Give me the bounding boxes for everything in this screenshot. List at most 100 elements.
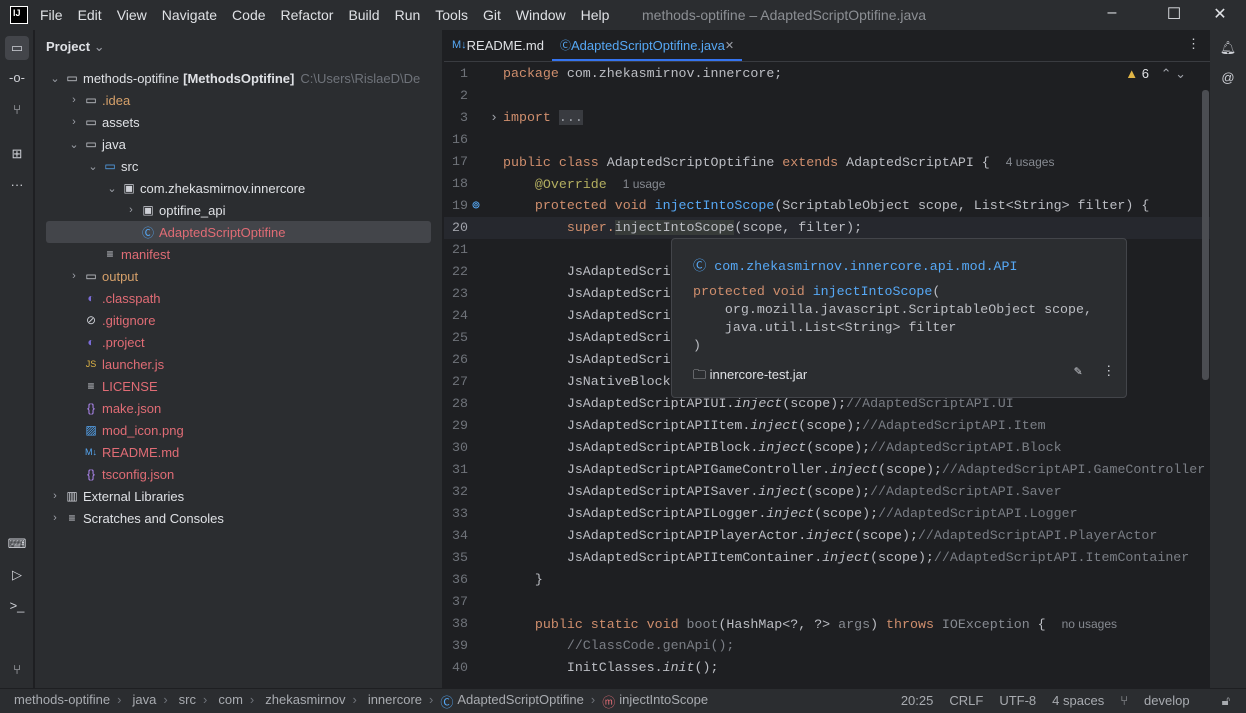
line-separator[interactable]: CRLF bbox=[949, 693, 983, 709]
tree-item-src[interactable]: ⌄ ▭ src bbox=[35, 155, 443, 177]
terminal-icon[interactable]: ⌨ bbox=[5, 532, 29, 556]
console-icon[interactable]: >_ bbox=[5, 594, 29, 618]
tree-item-methods-optifine[interactable]: ⌄ ▭ methods-optifine [MethodsOptifine] C:\Us… bbox=[35, 67, 443, 89]
editor-scrollbar[interactable] bbox=[1202, 90, 1209, 380]
git-icon[interactable]: ⑂ bbox=[5, 658, 29, 682]
menu-code[interactable]: Code bbox=[232, 7, 265, 23]
tab-adaptedscriptoptifine-java[interactable]: Ⓒ AdaptedScriptOptifine.java ✕ bbox=[551, 29, 743, 61]
breadcrumb-item[interactable]: AdaptedScriptOptifine bbox=[457, 692, 583, 711]
code-line[interactable]: 34 JsAdaptedScriptAPIPlayerActor.inject(… bbox=[444, 525, 1210, 547]
lock-icon[interactable]: 🔓︎ bbox=[1222, 693, 1230, 709]
tree-item--idea[interactable]: › ▭ .idea bbox=[35, 89, 443, 111]
code-line[interactable]: 38 public static void boot(HashMap<?, ?>… bbox=[444, 613, 1210, 635]
close-tab-icon[interactable]: ✕ bbox=[725, 39, 734, 52]
chevron-right-icon[interactable]: › bbox=[47, 490, 63, 502]
code-line[interactable]: 20 super.injectIntoScope(scope, filter); bbox=[444, 217, 1210, 239]
tree-item-mod-icon-png[interactable]: ▨ mod_icon.png bbox=[35, 419, 443, 441]
maximize-button[interactable]: ☐ bbox=[1164, 4, 1184, 24]
tab-options-icon[interactable]: ⋮ bbox=[1187, 36, 1200, 52]
pull-requests-icon[interactable]: ⑂ bbox=[5, 98, 29, 122]
notifications-icon[interactable]: 🔔︎ bbox=[1216, 36, 1240, 60]
code-line[interactable]: 40 InitClasses.init(); bbox=[444, 657, 1210, 679]
breadcrumb-item[interactable]: com bbox=[218, 692, 243, 711]
chevron-down-icon[interactable]: ⌄ bbox=[47, 72, 63, 85]
code-line[interactable]: 1 package com.zhekasmirnov.innercore; bbox=[444, 63, 1210, 85]
tree-item-readme-md[interactable]: M↓ README.md bbox=[35, 441, 443, 463]
code-line[interactable]: 19 protected void injectIntoScope(Script… bbox=[444, 195, 1210, 217]
services-icon[interactable]: ▷ bbox=[5, 563, 29, 587]
git-branch[interactable]: ⑂ develop bbox=[1120, 693, 1205, 709]
breadcrumb-item[interactable]: src bbox=[179, 692, 196, 711]
tree-item--classpath[interactable]: ◐ .classpath bbox=[35, 287, 443, 309]
code-line[interactable]: 3 import ... › bbox=[444, 107, 1210, 129]
menu-refactor[interactable]: Refactor bbox=[281, 7, 334, 23]
more-icon[interactable]: ··· bbox=[5, 173, 29, 197]
chevron-down-icon[interactable]: ⌄ bbox=[66, 138, 82, 151]
tree-item-manifest[interactable]: ≡ manifest bbox=[35, 243, 443, 265]
code-line[interactable]: 39 //ClassCode.genApi(); bbox=[444, 635, 1210, 657]
breadcrumb-item[interactable]: java bbox=[132, 692, 156, 711]
menu-tools[interactable]: Tools bbox=[435, 7, 468, 23]
menu-git[interactable]: Git bbox=[483, 7, 501, 23]
tree-item-assets[interactable]: › ▭ assets bbox=[35, 111, 443, 133]
chevron-down-icon[interactable]: ⌄ bbox=[85, 160, 101, 173]
project-folder-icon[interactable]: ▭ bbox=[5, 36, 29, 60]
chevron-right-icon[interactable]: › bbox=[47, 512, 63, 524]
code-line[interactable]: 17 public class AdaptedScriptOptifine ext… bbox=[444, 151, 1210, 173]
commit-icon[interactable]: -o- bbox=[5, 66, 29, 90]
overrides-method-icon[interactable]: ⊚ bbox=[472, 195, 480, 217]
menu-window[interactable]: Window bbox=[516, 7, 566, 23]
code-line[interactable]: 37 bbox=[444, 591, 1210, 613]
breadcrumb-item[interactable]: zhekasmirnov bbox=[265, 692, 345, 711]
tree-item-optifine-api[interactable]: › ▣ optifine_api bbox=[35, 199, 443, 221]
tree-item--project[interactable]: ◐ .project bbox=[35, 331, 443, 353]
doc-library[interactable]: 🗀 innercore-test.jar bbox=[693, 366, 807, 388]
intellij-logo-icon[interactable]: IJ bbox=[10, 6, 28, 24]
tree-item-tsconfig-json[interactable]: {} tsconfig.json bbox=[35, 463, 443, 485]
chevron-down-icon[interactable]: ⌄ bbox=[104, 182, 120, 195]
tab-readme-md[interactable]: M↓ README.md bbox=[444, 29, 552, 61]
code-line[interactable]: 18 @Override 1 usage bbox=[444, 173, 1210, 195]
structure-icon[interactable]: ⊞ bbox=[5, 142, 29, 166]
breadcrumb-item[interactable]: methods-optifine bbox=[14, 692, 110, 711]
tree-item--gitignore[interactable]: ⊘ .gitignore bbox=[35, 309, 443, 331]
breadcrumb-item[interactable]: innercore bbox=[368, 692, 422, 711]
breadcrumb-item[interactable]: injectIntoScope bbox=[619, 692, 708, 711]
code-line[interactable]: 32 JsAdaptedScriptAPISaver.inject(scope)… bbox=[444, 481, 1210, 503]
minimize-button[interactable]: – bbox=[1102, 4, 1122, 22]
close-button[interactable]: ✕ bbox=[1210, 4, 1230, 24]
code-line[interactable]: 2 bbox=[444, 85, 1210, 107]
tree-item-adaptedscriptoptifine[interactable]: Ⓒ AdaptedScriptOptifine bbox=[46, 221, 431, 243]
code-line[interactable]: 30 JsAdaptedScriptAPIBlock.inject(scope)… bbox=[444, 437, 1210, 459]
more-options-icon[interactable]: ⋮ bbox=[1102, 364, 1115, 379]
menu-build[interactable]: Build bbox=[348, 7, 379, 23]
tree-item-make-json[interactable]: {} make.json bbox=[35, 397, 443, 419]
code-line[interactable]: 33 JsAdaptedScriptAPILogger.inject(scope… bbox=[444, 503, 1210, 525]
fold-expand-icon[interactable]: › bbox=[490, 107, 498, 129]
chevron-right-icon[interactable]: › bbox=[66, 94, 82, 106]
menu-navigate[interactable]: Navigate bbox=[162, 7, 217, 23]
tree-item-com-zhekasmirnov-innercore[interactable]: ⌄ ▣ com.zhekasmirnov.innercore bbox=[35, 177, 443, 199]
tree-item-external-libraries[interactable]: › ▥ External Libraries bbox=[35, 485, 443, 507]
doc-class-name[interactable]: Ⓒ com.zhekasmirnov.innercore.api.mod.API bbox=[693, 255, 1018, 274]
chevron-right-icon[interactable]: › bbox=[66, 116, 82, 128]
tree-item-license[interactable]: ≡ LICENSE bbox=[35, 375, 443, 397]
menu-file[interactable]: File bbox=[40, 7, 63, 23]
menu-run[interactable]: Run bbox=[395, 7, 421, 23]
edit-source-icon[interactable]: ✎ bbox=[1074, 364, 1082, 379]
menu-edit[interactable]: Edit bbox=[78, 7, 102, 23]
file-encoding[interactable]: UTF-8 bbox=[999, 693, 1036, 709]
chevron-right-icon[interactable]: › bbox=[123, 204, 139, 216]
menu-view[interactable]: View bbox=[117, 7, 147, 23]
code-line[interactable]: 36 } bbox=[444, 569, 1210, 591]
tree-item-scratches-and-consoles[interactable]: › ≡ Scratches and Consoles bbox=[35, 507, 443, 529]
tree-item-launcher-js[interactable]: JS launcher.js bbox=[35, 353, 443, 375]
code-line[interactable]: 31 JsAdaptedScriptAPIGameController.inje… bbox=[444, 459, 1210, 481]
ai-assistant-icon[interactable]: @ bbox=[1216, 66, 1240, 90]
chevron-right-icon[interactable]: › bbox=[66, 270, 82, 282]
code-line[interactable]: 35 JsAdaptedScriptAPIItemContainer.injec… bbox=[444, 547, 1210, 569]
project-panel-title[interactable]: Project ⌄ bbox=[46, 39, 105, 55]
tree-item-java[interactable]: ⌄ ▭ java bbox=[35, 133, 443, 155]
code-line[interactable]: 29 JsAdaptedScriptAPIItem.inject(scope);… bbox=[444, 415, 1210, 437]
code-line[interactable]: 16 bbox=[444, 129, 1210, 151]
